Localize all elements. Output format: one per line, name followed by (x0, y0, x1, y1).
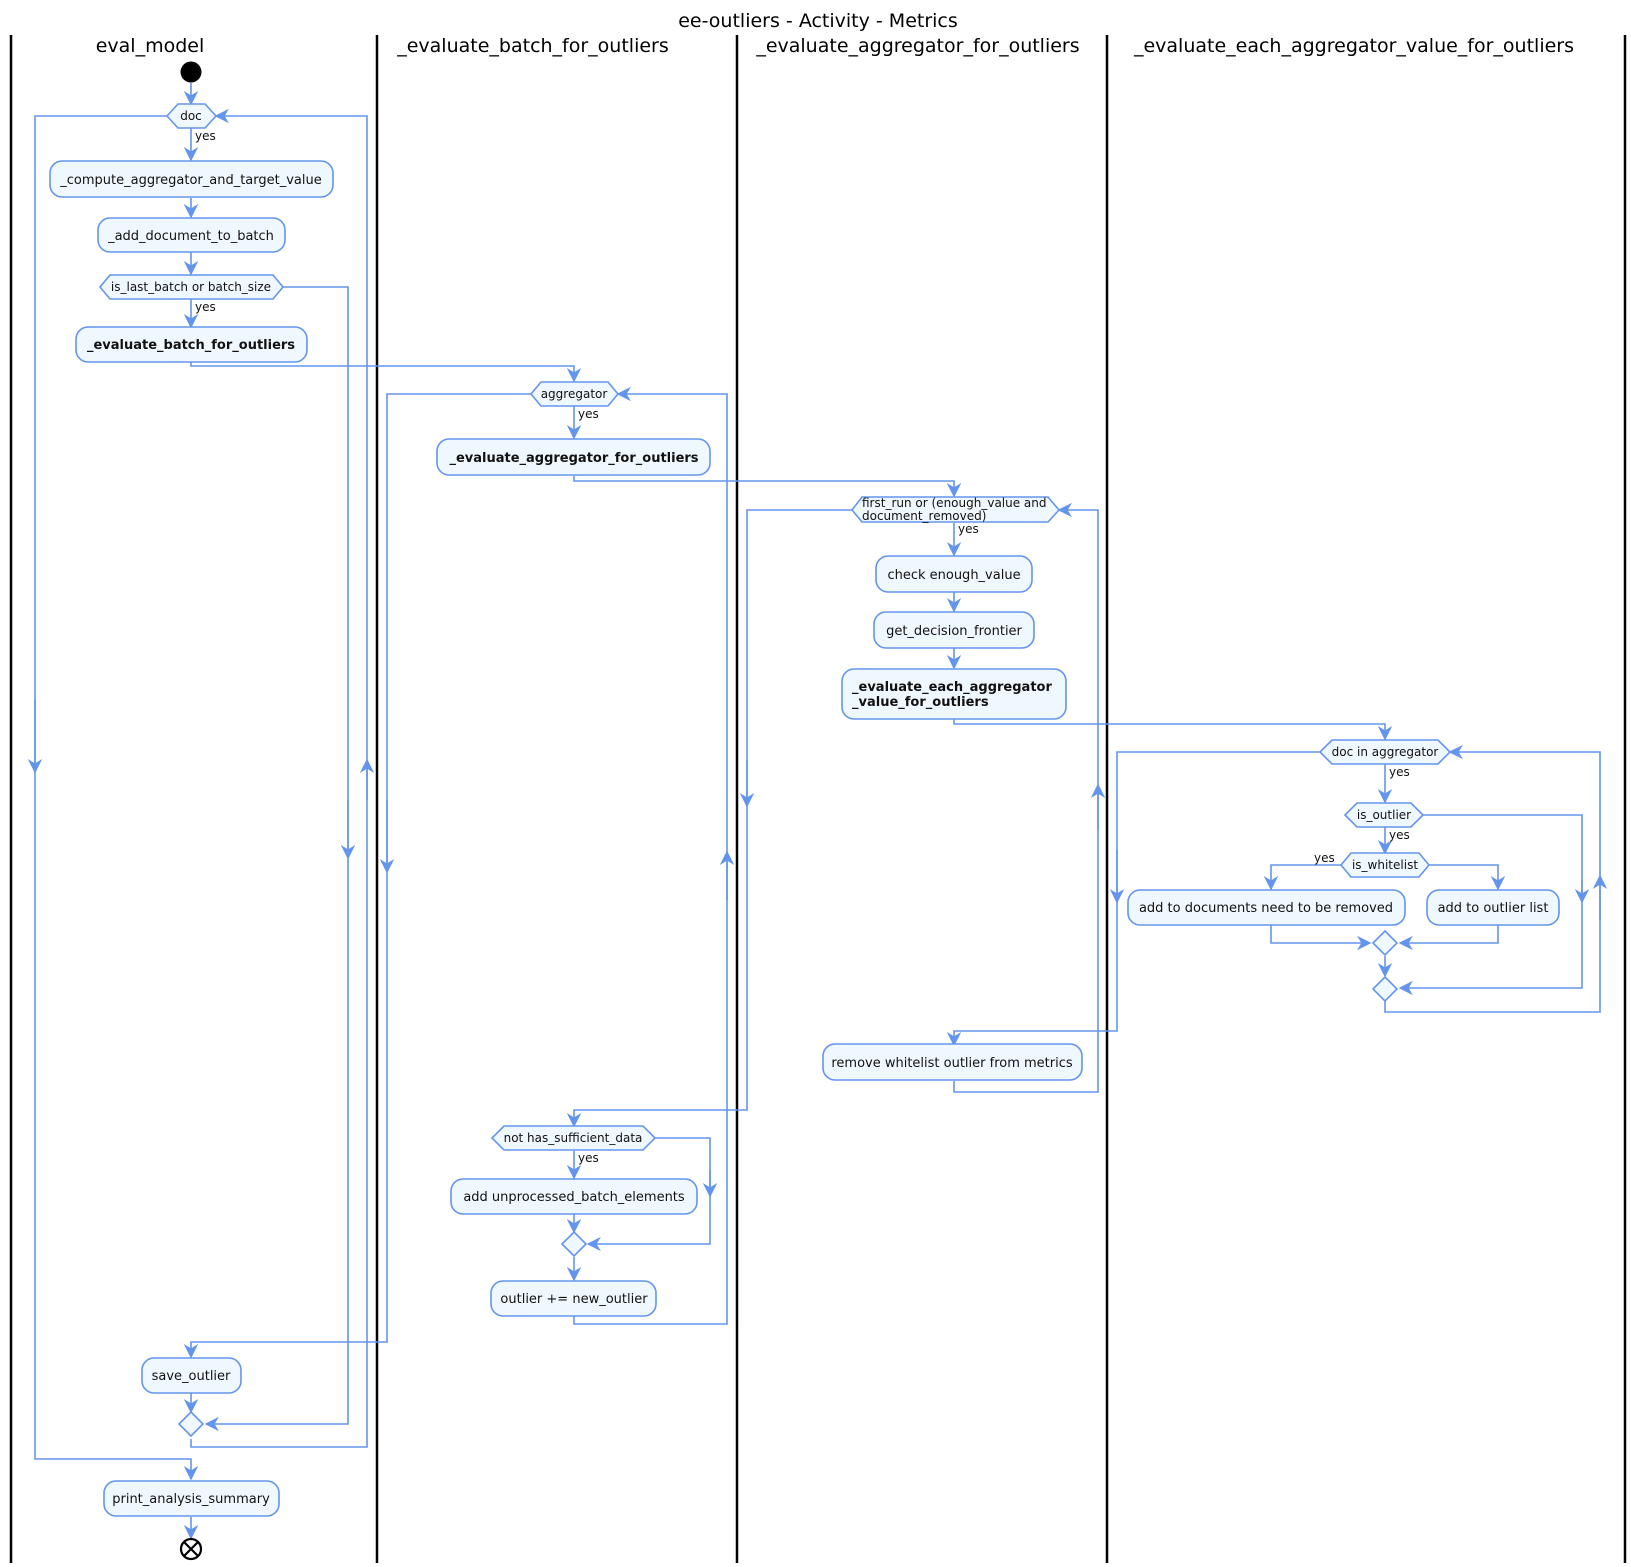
guard-yes-label: yes (578, 407, 599, 421)
merge-node (1371, 929, 1399, 957)
guard-yes-label: yes (1389, 765, 1410, 779)
action-label: outlier += new_outlier (500, 1292, 648, 1307)
lane-title-evaluate-batch: _evaluate_batch_for_outliers (396, 35, 669, 57)
decision-doc-in-aggregator-label: doc in aggregator (1332, 745, 1439, 759)
end-node (179, 1537, 203, 1561)
action-label: _add_document_to_batch (107, 229, 274, 244)
action-add-to-outlier-list[interactable]: add to outlier list (1426, 889, 1560, 926)
decision-is-last-batch[interactable]: is_last_batch or batch_size (98, 274, 285, 300)
flow-edge (1263, 864, 1341, 891)
flow-edge (1384, 744, 1601, 1013)
action-save-outlier[interactable]: save_outlier (141, 1357, 242, 1394)
decision-is-outlier[interactable]: is_outlier (1343, 802, 1425, 828)
decision-not-has-sufficient-data-label: not has_sufficient_data (504, 1131, 643, 1145)
decision-doc-in-aggregator[interactable]: doc in aggregator (1318, 739, 1452, 765)
action-evaluate-each-aggregator-value-for-outliers[interactable]: _evaluate_each_aggregator _value_for_out… (841, 668, 1067, 720)
merge-node (177, 1410, 205, 1438)
flow-edge (1398, 925, 1499, 951)
action-label: save_outlier (152, 1369, 231, 1384)
action-label-line2: _value_for_outliers (852, 695, 989, 710)
flow-edge (190, 108, 368, 1448)
decision-is-last-batch-label: is_last_batch or batch_size (111, 280, 271, 294)
swimlane-borders (9, 35, 1627, 1563)
start-node (180, 61, 202, 83)
flow-edge (566, 509, 852, 1128)
merge-node (560, 1230, 588, 1258)
guard-yes-label: yes (1314, 851, 1335, 865)
lane-title-evaluate-each-aggregator-value: _evaluate_each_aggregator_value_for_outl… (1133, 35, 1574, 57)
action-label: add unprocessed_batch_elements (463, 1190, 685, 1205)
action-add-document-to-batch[interactable]: _add_document_to_batch (97, 217, 286, 253)
diagram-title: ee-outliers - Activity - Metrics (678, 10, 958, 32)
action-label: check enough_value (887, 568, 1020, 583)
action-label-line1: _evaluate_each_aggregator (852, 680, 1052, 695)
action-print-analysis-summary[interactable]: print_analysis_summary (103, 1480, 280, 1517)
action-label: get_decision_frontier (886, 624, 1022, 639)
action-check-enough-value[interactable]: check enough_value (875, 555, 1033, 593)
lane-title-evaluate-aggregator: _evaluate_aggregator_for_outliers (755, 35, 1079, 57)
decision-is-whitelist-label: is_whitelist (1352, 858, 1418, 872)
flow-edge (204, 286, 349, 1432)
decision-aggregator[interactable]: aggregator (529, 381, 620, 407)
action-add-to-documents-need-to-be-removed[interactable]: add to documents need to be removed (1127, 889, 1406, 926)
guard-yes-label: yes (195, 129, 216, 143)
decision-is-outlier-label: is_outlier (1357, 808, 1411, 822)
action-label: add to outlier list (1438, 901, 1549, 916)
action-get-decision-frontier[interactable]: get_decision_frontier (873, 611, 1035, 649)
flow-edge (953, 502, 1099, 1093)
guard-yes-label: yes (195, 300, 216, 314)
flow-edge (953, 719, 1393, 741)
decision-aggregator-label: aggregator (541, 387, 608, 401)
flow-edge (573, 476, 962, 498)
activity-diagram: ee-outliers - Activity - Metrics eval_mo… (9, 10, 1627, 1563)
lane-title-eval-model: eval_model (96, 35, 205, 57)
guard-yes-label: yes (1389, 828, 1410, 842)
decision-first-run-label-line2: document_removed) (862, 509, 986, 523)
decision-doc[interactable]: doc (165, 103, 218, 129)
action-label: remove whitelist outlier from metrics (831, 1056, 1073, 1071)
action-label: _compute_aggregator_and_target_value (59, 173, 322, 188)
action-evaluate-batch-for-outliers[interactable]: _evaluate_batch_for_outliers (75, 326, 308, 363)
decision-first-run-label-line1: first_run or (enough_value and (862, 496, 1047, 510)
action-label: _evaluate_aggregator_for_outliers (449, 451, 698, 466)
action-outlier-plus-new-outlier[interactable]: outlier += new_outlier (490, 1280, 657, 1317)
guard-yes-label: yes (578, 1151, 599, 1165)
decision-first-run[interactable]: first_run or (enough_value and document_… (850, 496, 1061, 523)
merge-node (1371, 975, 1399, 1003)
flow-edge (1270, 925, 1372, 951)
flow-edge (1429, 864, 1506, 891)
action-label: _evaluate_batch_for_outliers (87, 338, 295, 353)
guard-yes-label: yes (958, 522, 979, 536)
flow-edge (190, 361, 582, 383)
action-label: add to documents need to be removed (1139, 901, 1393, 916)
decision-not-has-sufficient-data[interactable]: not has_sufficient_data (490, 1125, 657, 1151)
decision-is-whitelist[interactable]: is_whitelist (1339, 852, 1431, 878)
decision-doc-label: doc (180, 109, 202, 123)
action-remove-whitelist-outlier-from-metrics[interactable]: remove whitelist outlier from metrics (822, 1043, 1083, 1081)
action-compute-aggregator-and-target-value[interactable]: _compute_aggregator_and_target_value (49, 160, 334, 198)
flow-edge (34, 115, 199, 1481)
action-label: print_analysis_summary (112, 1492, 270, 1507)
action-add-unprocessed-batch-elements[interactable]: add unprocessed_batch_elements (450, 1178, 698, 1215)
action-evaluate-aggregator-for-outliers[interactable]: _evaluate_aggregator_for_outliers (436, 438, 711, 476)
